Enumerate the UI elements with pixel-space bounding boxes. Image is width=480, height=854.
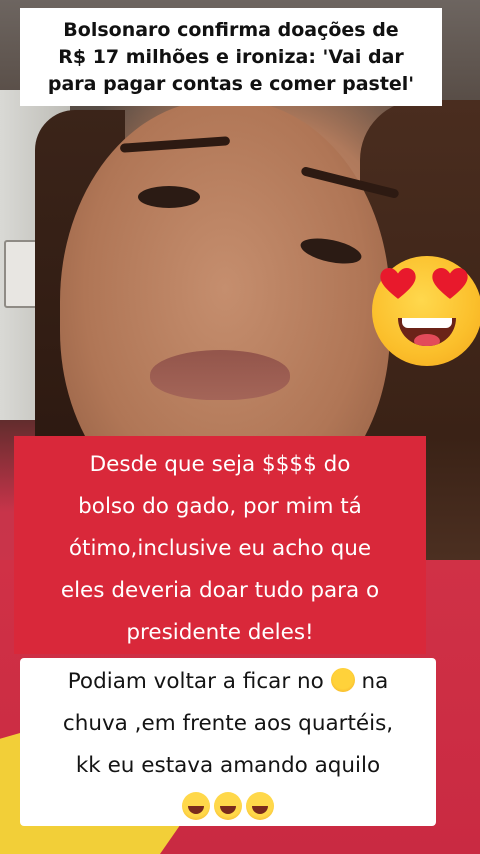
grinning-sweat-emoji-icon (182, 792, 210, 820)
comment-red-caption: Desde que seja $$$$ do bolso do gado, po… (14, 436, 426, 654)
eye-left (138, 186, 200, 208)
headline-caption: Bolsonaro confirma doações de R$ 17 milh… (20, 8, 442, 106)
lips (150, 350, 290, 400)
rofl-emoji-icon (246, 792, 274, 820)
caption-line: ótimo,inclusive eu acho que (68, 536, 372, 561)
caption-line: kk eu estava amando aquilo (75, 753, 381, 778)
emoji-row (20, 787, 436, 829)
heart-eyes-emoji-icon (372, 256, 480, 366)
emoji-mouth (398, 318, 456, 346)
headline-line: para pagar contas e comer pastel' (47, 72, 415, 95)
headline-line: Bolsonaro confirma doações de (63, 18, 399, 41)
caption-line: Desde que seja $$$$ do (89, 452, 351, 477)
heart-icon (432, 268, 468, 299)
caption-line: eles deveria doar tudo para o (60, 578, 380, 603)
sun-emoji-icon (330, 668, 355, 692)
caption-line: Podiam voltar a ficar no na (20, 661, 436, 703)
comment-white-caption: Podiam voltar a ficar no na chuva ,em fr… (20, 658, 436, 826)
caption-line: bolso do gado, por mim tá (78, 494, 362, 519)
caption-line: presidente deles! (126, 620, 314, 645)
caption-text: na (361, 669, 389, 694)
heart-icon (380, 268, 416, 299)
rofl-emoji-icon (214, 792, 242, 820)
caption-text: Podiam voltar a ficar no (67, 669, 324, 694)
caption-line: chuva ,em frente aos quartéis, (62, 711, 394, 736)
headline-line: R$ 17 milhões e ironiza: 'Vai dar (58, 45, 404, 68)
